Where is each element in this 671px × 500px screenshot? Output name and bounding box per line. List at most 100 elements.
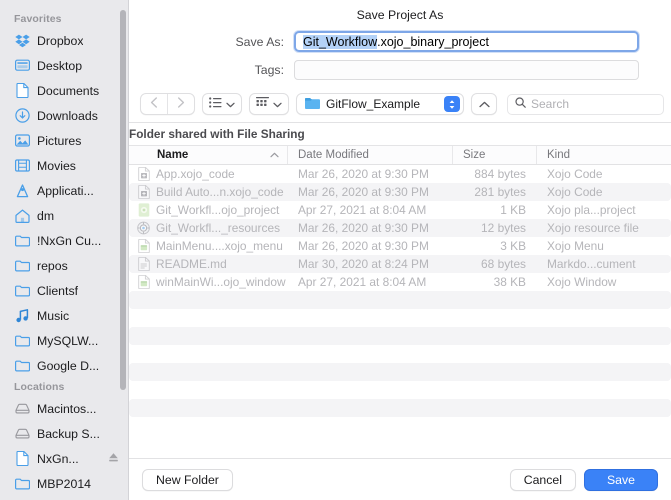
column-header-size[interactable]: Size xyxy=(453,146,537,164)
xojo-project-file-icon xyxy=(137,203,150,217)
sidebar-item-dm[interactable]: dm xyxy=(0,203,129,228)
navigation-segment xyxy=(140,93,195,115)
folder-icon xyxy=(15,476,30,491)
pictures-icon xyxy=(15,133,30,148)
sidebar-item-mbp2014[interactable]: MBP2014 xyxy=(0,471,129,496)
file-name-cell: Build Auto...n.xojo_code xyxy=(129,185,288,199)
file-name-text: Git_Workfl..._resources xyxy=(156,221,281,235)
xojo-resource-file-icon xyxy=(137,221,150,235)
finder-toolbar: GitFlow_Example Search xyxy=(129,88,671,122)
table-row[interactable]: README.md Mar 30, 2020 at 8:24 PM 68 bytes… xyxy=(129,255,671,273)
column-header-name-label: Name xyxy=(157,149,189,161)
sidebar-item-label: MBP2014 xyxy=(37,476,92,491)
sidebar-item-documents[interactable]: Documents xyxy=(0,78,129,103)
table-row[interactable]: Git_Workfl..._resources Mar 26, 2020 at 9… xyxy=(129,219,671,237)
column-header-name[interactable]: Name xyxy=(129,146,288,164)
table-row[interactable]: Build Auto...n.xojo_code Mar 26, 2020 at … xyxy=(129,183,671,201)
desktop-icon xyxy=(15,58,30,73)
sidebar-item-clientsf[interactable]: Clientsf xyxy=(0,278,129,303)
sidebar-item-downloads[interactable]: Downloads xyxy=(0,103,129,128)
sidebar-item-label: Documents xyxy=(37,83,100,98)
column-header-kind[interactable]: Kind xyxy=(537,146,671,164)
file-size-cell: 281 bytes xyxy=(474,185,526,199)
table-row[interactable]: MainMenu....xojo_menu Mar 26, 2020 at 9:3… xyxy=(129,237,671,255)
sidebar-scrollbar[interactable] xyxy=(120,10,126,390)
sort-ascending-icon xyxy=(270,149,279,161)
sidebar-item-macintos[interactable]: Macintos... xyxy=(0,396,129,421)
sidebar-item-mysqlw[interactable]: MySQLW... xyxy=(0,328,129,353)
file-name-cell: Git_Workfl...ojo_project xyxy=(129,203,288,217)
table-row[interactable]: App.xojo_code Mar 26, 2020 at 9:30 PM 884 … xyxy=(129,165,671,183)
markdown-file-icon xyxy=(137,257,150,271)
xojo-code-file-icon xyxy=(137,167,150,181)
new-folder-button[interactable]: New Folder xyxy=(142,468,233,491)
home-icon xyxy=(15,208,30,223)
file-size-cell: 68 bytes xyxy=(481,257,526,271)
sidebar-item-backup-s[interactable]: Backup S... xyxy=(0,421,129,446)
folder-icon xyxy=(15,233,30,248)
file-size-cell: 884 bytes xyxy=(474,167,526,181)
sidebar-item-dropbox[interactable]: Dropbox xyxy=(0,28,129,53)
sidebar-item-repos[interactable]: repos xyxy=(0,253,129,278)
table-row[interactable]: winMainWi...ojo_window Apr 27, 2021 at 8:… xyxy=(129,273,671,291)
sidebar-item-desktop[interactable]: Desktop xyxy=(0,53,129,78)
sidebar-item-label: Macintos... xyxy=(37,401,97,416)
file-date-cell: Mar 30, 2020 at 8:24 PM xyxy=(298,257,429,271)
file-date-cell: Apr 27, 2021 at 8:04 AM xyxy=(298,203,427,217)
sidebar-item-music[interactable]: Music xyxy=(0,303,129,328)
sidebar-item-label: Applicati... xyxy=(37,183,94,198)
file-name-text: README.md xyxy=(156,257,227,271)
file-name-text: winMainWi...ojo_window xyxy=(156,275,286,289)
group-view-icon xyxy=(256,95,269,113)
table-row[interactable]: Git_Workfl...ojo_project Apr 27, 2021 at … xyxy=(129,201,671,219)
save-as-label: Save As: xyxy=(235,34,284,49)
sidebar-item-label: Dropbox xyxy=(37,33,84,48)
folder-icon xyxy=(15,258,30,273)
group-options-button[interactable] xyxy=(249,93,289,115)
chevron-right-icon xyxy=(177,95,185,113)
chevron-up-down-icon[interactable] xyxy=(444,96,460,112)
sidebar-item-applicati[interactable]: Applicati... xyxy=(0,178,129,203)
sidebar-item-label: Music xyxy=(37,308,70,323)
search-placeholder: Search xyxy=(531,97,570,111)
sidebar-item-nxgn[interactable]: NxGn... xyxy=(0,446,129,471)
current-folder-popup[interactable]: GitFlow_Example xyxy=(296,93,464,115)
save-as-input[interactable]: Git_Workflow .xojo_binary_project xyxy=(294,31,639,52)
file-size-cell: 38 KB xyxy=(493,275,526,289)
file-date-cell: Apr 27, 2021 at 8:04 AM xyxy=(298,275,427,289)
current-folder-name: GitFlow_Example xyxy=(326,97,421,111)
sidebar-item-label: NxGn... xyxy=(37,451,79,466)
document-icon xyxy=(15,83,30,98)
save-button[interactable]: Save xyxy=(583,468,658,491)
column-header-date-modified[interactable]: Date Modified xyxy=(288,146,453,164)
chevron-up-icon xyxy=(478,95,490,113)
main-pane: Save Project As Save As: Git_Workflow .xo… xyxy=(129,0,671,500)
tags-input[interactable] xyxy=(294,60,639,80)
empty-table-row xyxy=(129,345,671,363)
search-field[interactable]: Search xyxy=(507,93,664,115)
eject-icon[interactable] xyxy=(108,450,119,468)
save-project-as-dialog: Favorites Dropbox Desktop Documents Download… xyxy=(0,0,671,500)
file-name-text: App.xojo_code xyxy=(156,167,235,181)
sidebar-item-google-d[interactable]: Google D... xyxy=(0,353,129,378)
file-kind-cell: Xojo Menu xyxy=(547,239,604,253)
sidebar-item-nxgn-cu[interactable]: !NxGn Cu... xyxy=(0,228,129,253)
empty-table-row xyxy=(129,381,671,399)
file-size-cell: 12 bytes xyxy=(481,221,526,235)
file-kind-cell: Xojo Window xyxy=(547,275,617,289)
go-up-button[interactable] xyxy=(471,93,497,115)
back-button[interactable] xyxy=(141,94,167,114)
forward-button[interactable] xyxy=(168,94,194,114)
view-options-button[interactable] xyxy=(202,93,242,115)
cancel-button[interactable]: Cancel xyxy=(509,468,576,491)
file-list[interactable]: App.xojo_code Mar 26, 2020 at 9:30 PM 884 … xyxy=(129,165,671,458)
file-size-cell: 3 KB xyxy=(500,239,526,253)
sidebar-item-pictures[interactable]: Pictures xyxy=(0,128,129,153)
save-as-selected-text: Git_Workflow xyxy=(303,34,378,49)
sidebar-item-label: Desktop xyxy=(37,58,83,73)
disk-icon xyxy=(15,401,30,416)
sidebar-item-movies[interactable]: Movies xyxy=(0,153,129,178)
chevron-down-icon xyxy=(226,95,235,113)
tags-label: Tags: xyxy=(254,63,284,77)
file-name-cell: winMainWi...ojo_window xyxy=(129,275,288,289)
